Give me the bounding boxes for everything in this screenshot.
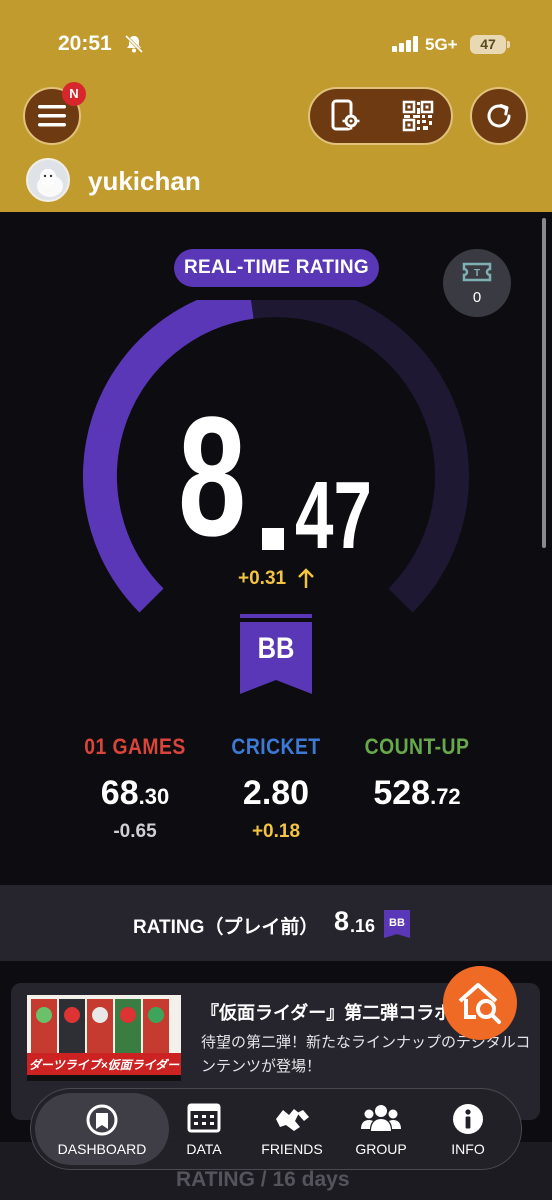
hamburger-icon (38, 105, 66, 127)
status-time: 20:51 (58, 32, 112, 55)
avatar[interactable] (26, 158, 70, 202)
rating-value-integer: 8 (178, 382, 247, 572)
games-01-title: 01 GAMES (84, 734, 186, 759)
device-qr-group (308, 87, 453, 145)
bottom-nav: DASHBOARD DATA FRIENDS GROUP INFO (30, 1088, 522, 1170)
friends-icon (276, 1109, 309, 1131)
pre-play-class-badge: BB (384, 910, 410, 938)
info-icon (453, 1104, 483, 1134)
realtime-rating-label: REAL-TIME RATING (174, 249, 379, 287)
device-gear-icon (331, 99, 360, 131)
count-up-value-int: 528 (373, 774, 431, 812)
news-title: 『仮面ライダー』第二弾コラボ (201, 1003, 453, 1023)
ticket-icon: T (462, 262, 492, 282)
rating-gauge (82, 300, 469, 613)
pre-play-rating-int: 8 (334, 906, 350, 936)
network-label: 5G+ (425, 35, 458, 54)
svg-text:T: T (474, 268, 480, 279)
nav-data-label: DATA (186, 1141, 222, 1157)
arrow-up-icon (298, 568, 314, 588)
cricket-delta: +0.18 (251, 821, 301, 842)
cricket-value: 2.80 (242, 774, 310, 812)
bell-off-icon (124, 34, 144, 54)
rating-class: BB (257, 632, 295, 665)
pre-play-rating-label: RATING（プレイ前） (133, 917, 319, 938)
battery-icon: 47 (470, 35, 510, 54)
avatar-picture-icon (28, 160, 68, 200)
group-icon (361, 1105, 401, 1131)
news-image-text: ダーツライブ×仮面ライダー (28, 1058, 180, 1072)
app-header: 20:51 5G+ 47 N yukichan (0, 0, 552, 212)
home-search-icon (458, 983, 501, 1024)
notification-badge: N (62, 82, 86, 106)
pre-play-rating-dec-digits: 16 (355, 916, 376, 936)
cricket-title: CRICKET (231, 734, 321, 759)
nav-friends[interactable]: FRIENDS (249, 1089, 335, 1171)
refresh-button[interactable] (470, 87, 528, 145)
rating-history-title: RATING / 16 days (176, 1168, 350, 1191)
rating-value-decimal: 47 (295, 462, 372, 569)
nav-info-label: INFO (451, 1141, 485, 1157)
nav-dashboard-label: DASHBOARD (57, 1141, 147, 1157)
shop-search-fab[interactable] (443, 966, 517, 1040)
games-01-value-int: 68 (100, 774, 139, 812)
rating-delta: +0.31 (238, 568, 287, 589)
username[interactable]: yukichan (88, 166, 201, 197)
games-01-value-dec: 30 (144, 784, 170, 809)
count-up-title: COUNT-UP (364, 734, 470, 759)
dashboard-icon (86, 1104, 118, 1136)
rating-decimal-point (262, 528, 284, 550)
qr-code-icon (402, 100, 434, 132)
qr-code-button[interactable] (382, 89, 454, 143)
nav-info[interactable]: INFO (431, 1089, 505, 1171)
refresh-icon (487, 104, 511, 128)
signal-icon (392, 36, 418, 52)
nav-group[interactable]: GROUP (343, 1089, 419, 1171)
nav-group-label: GROUP (355, 1141, 407, 1157)
nav-friends-label: FRIENDS (261, 1141, 323, 1157)
count-up-stat[interactable]: COUNT-UP 528.72 (332, 734, 502, 813)
data-icon (187, 1103, 221, 1133)
news-image: ダーツライブ×仮面ライダー (27, 995, 181, 1081)
nav-dashboard[interactable]: DASHBOARD (35, 1089, 169, 1171)
status-bar: 20:51 5G+ 47 (0, 0, 552, 80)
nav-data[interactable]: DATA (171, 1089, 237, 1171)
count-up-value-dec: 72 (436, 784, 461, 809)
pre-play-rating-dec: .16 (350, 916, 376, 936)
device-settings-button[interactable] (310, 89, 382, 143)
